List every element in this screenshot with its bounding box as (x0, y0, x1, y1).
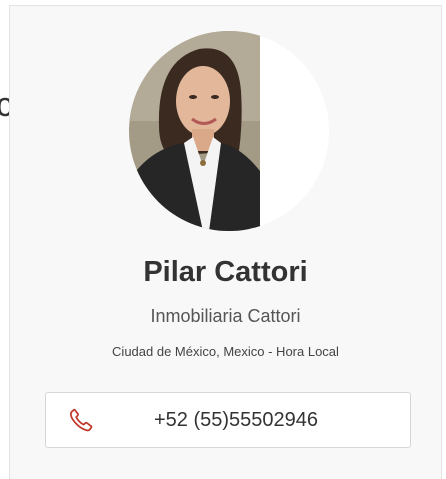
phone-button[interactable]: +52 (55)55502946 (45, 392, 411, 448)
avatar (129, 31, 329, 231)
agent-company: Inmobiliaria Cattori (150, 306, 301, 326)
agent-card: Pilar Cattori Inmobiliaria Cattori Ciuda… (9, 5, 442, 479)
agent-photo (129, 31, 329, 231)
agent-location: Ciudad de México, Mexico - Hora Local (112, 344, 339, 359)
agent-name: Pilar Cattori (143, 256, 308, 288)
phone-number: +52 (55)55502946 (153, 409, 319, 431)
